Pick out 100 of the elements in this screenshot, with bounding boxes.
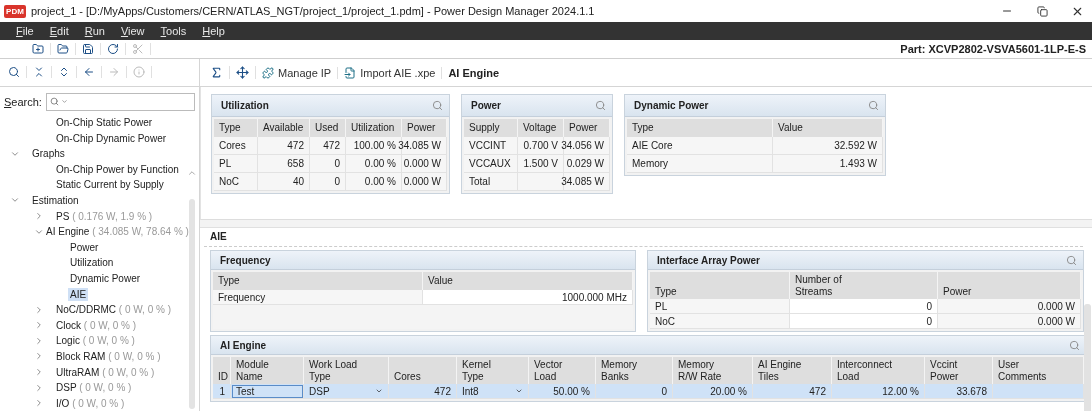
table-cell[interactable]: 0	[790, 314, 938, 329]
table-cell[interactable]: 1000.000 MHz	[423, 290, 633, 305]
view-title: AI Engine	[447, 66, 500, 79]
search-icon[interactable]	[868, 100, 879, 111]
column-header: Value	[773, 119, 883, 137]
tree-item[interactable]: NoC/DDRMC ( 0 W, 0 % )	[54, 303, 173, 317]
table-cell: 20.00 %	[673, 384, 753, 399]
tree-item[interactable]: On-Chip Dynamic Power	[54, 131, 169, 145]
tree-item[interactable]: Estimation	[30, 194, 81, 207]
table-cell[interactable]: 0	[790, 299, 938, 314]
column-header: Voltage	[518, 119, 564, 137]
tree-item[interactable]: Power	[68, 240, 101, 254]
sigma-icon[interactable]	[210, 66, 223, 79]
part-label: Part: XCVP2802-VSVA5601-1LP-E-S	[900, 43, 1087, 55]
table-cell: 50.00 %	[529, 384, 596, 399]
collapse-caret-icon[interactable]	[34, 211, 44, 222]
scrollbar[interactable]	[1084, 304, 1091, 411]
save-icon[interactable]	[82, 43, 94, 55]
back-arrow-icon[interactable]	[83, 66, 95, 79]
move-icon[interactable]	[236, 66, 249, 79]
column-header: Type	[213, 272, 423, 290]
search-icon[interactable]	[1066, 254, 1077, 266]
dropdown-cell[interactable]: DSP	[304, 384, 389, 399]
table-cell: Frequency	[213, 290, 423, 305]
tree-item[interactable]: On-Chip Power by Function	[54, 162, 181, 176]
splitter[interactable]	[200, 220, 1092, 228]
caret-icon	[375, 387, 383, 395]
table-cell: 33.678	[925, 384, 993, 399]
search-icon[interactable]	[595, 100, 606, 111]
toolbar-button[interactable]: Manage IP	[256, 66, 339, 79]
table-cell: 472	[753, 384, 832, 399]
column-header: ID	[213, 357, 231, 384]
refresh-icon[interactable]	[107, 43, 119, 55]
table-cell: 12.00 %	[832, 384, 925, 399]
column-header: Cores	[389, 357, 457, 384]
expand-all-icon[interactable]	[58, 66, 70, 79]
column-header: Power	[402, 119, 447, 137]
table-cell: 0	[310, 173, 346, 191]
collapse-all-icon[interactable]	[33, 66, 45, 79]
menu-item[interactable]: Help	[194, 25, 233, 37]
table-cell: NoC	[214, 173, 258, 191]
folder-plus-icon[interactable]	[32, 43, 44, 55]
toolbar-button[interactable]: Import AIE .xpe	[338, 66, 443, 79]
tree-item[interactable]: Block RAM ( 0 W, 0 % )	[54, 349, 163, 363]
tree-item[interactable]: I/O ( 0 W, 0 % )	[54, 396, 127, 410]
panel-title: Power	[471, 100, 501, 111]
import-file-icon	[344, 66, 357, 79]
search-icon[interactable]	[8, 66, 20, 79]
tree-item[interactable]: On-Chip Static Power	[54, 116, 155, 129]
menu-item[interactable]: Tools	[152, 25, 195, 37]
dropdown-cell[interactable]: Int8	[457, 384, 529, 399]
table-cell: 472	[310, 137, 346, 155]
section-title: AIE	[204, 228, 1083, 247]
scrollbar[interactable]	[189, 199, 195, 409]
column-header: Work Load Type	[304, 357, 389, 384]
cell-value: Int8	[462, 385, 479, 397]
column-header: Kernel Type	[457, 357, 529, 384]
tree-item[interactable]: Clock ( 0 W, 0 % )	[54, 318, 139, 332]
table-cell: 1.493 W	[773, 155, 883, 173]
column-header: Used	[310, 119, 346, 137]
search-field[interactable]	[45, 92, 195, 111]
scroll-up-icon[interactable]	[187, 168, 197, 178]
menu-item[interactable]: View	[112, 25, 153, 37]
tree-item[interactable]: AIE	[68, 287, 89, 301]
tree-item[interactable]: UltraRAM ( 0 W, 0 % )	[54, 365, 157, 379]
folder-icon[interactable]	[57, 43, 69, 55]
menu-item[interactable]: Run	[76, 25, 113, 37]
collapse-caret-icon[interactable]	[34, 367, 44, 377]
search-icon	[49, 97, 59, 107]
search-icon[interactable]	[1069, 339, 1080, 351]
tree-item[interactable]: PS ( 0.176 W, 1.9 % )	[54, 209, 155, 223]
cell-value: DSP	[309, 385, 330, 397]
caret-icon	[515, 387, 523, 395]
table-cell: PL	[214, 155, 258, 173]
tree-item[interactable]: DSP ( 0 W, 0 % )	[54, 381, 134, 395]
puzzle-icon	[262, 66, 274, 79]
collapse-caret-icon[interactable]	[34, 320, 44, 331]
menu-item[interactable]: File	[8, 25, 42, 37]
tree-item[interactable]: Dynamic Power	[68, 271, 143, 285]
collapse-caret-icon[interactable]	[34, 382, 44, 393]
tree-item[interactable]: Static Current by Supply	[54, 178, 166, 192]
tree-item[interactable]: AI Engine ( 34.085 W, 78.64 % )	[44, 225, 191, 239]
column-header: Number of Streams	[790, 272, 938, 299]
table-cell: 40	[258, 173, 310, 191]
column-header: Vccint Power	[925, 357, 993, 384]
tree-item[interactable]: Graphs	[30, 147, 67, 161]
search-icon[interactable]	[432, 100, 443, 111]
app-logo: PDM	[4, 4, 26, 18]
collapse-caret-icon[interactable]	[34, 351, 44, 362]
collapse-caret-icon[interactable]	[34, 335, 44, 346]
column-header: Available	[258, 119, 310, 137]
collapse-caret-icon[interactable]	[34, 398, 44, 409]
menu-item[interactable]: Edit	[41, 25, 77, 37]
column-header: User Comments	[993, 357, 1084, 384]
tree-item[interactable]: Logic ( 0 W, 0 % )	[54, 334, 137, 348]
tree-item[interactable]: Utilization	[68, 256, 116, 270]
restore-icon[interactable]	[1036, 5, 1048, 17]
column-header: Power	[564, 119, 610, 137]
collapse-caret-icon[interactable]	[34, 304, 44, 315]
panel-title: AI Engine	[220, 339, 267, 351]
